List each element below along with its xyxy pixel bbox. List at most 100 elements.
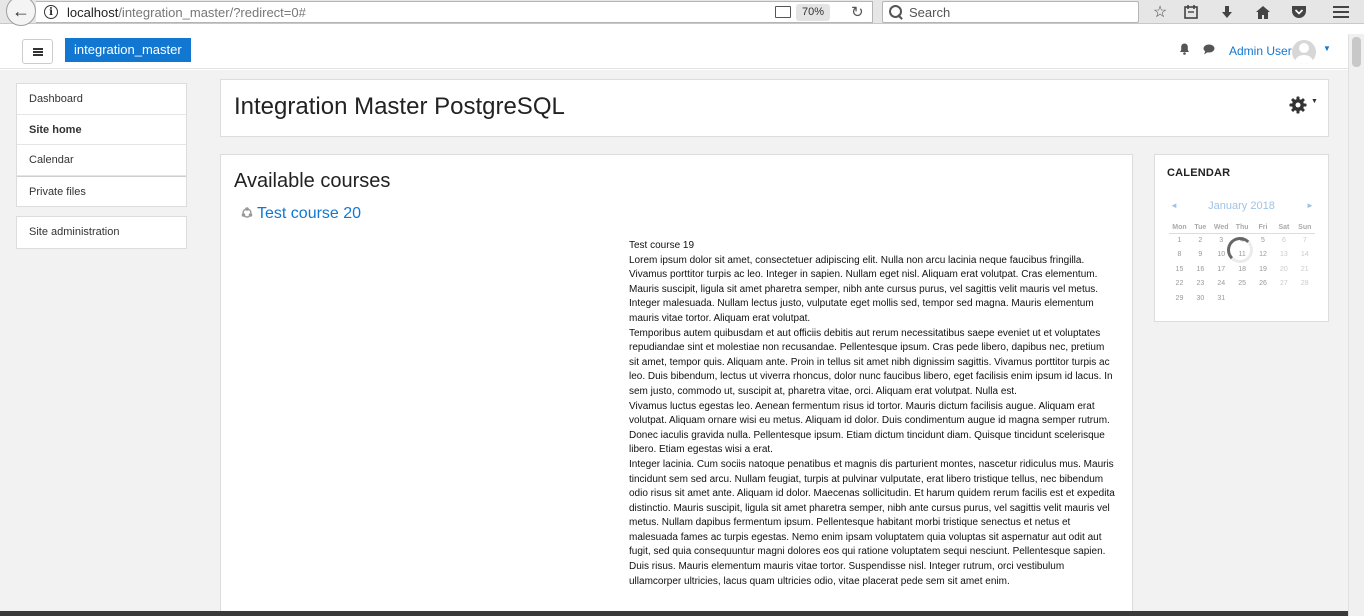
calendar-day[interactable]: 8 — [1169, 248, 1190, 263]
messages-chat-icon[interactable] — [1203, 44, 1215, 55]
nav-item-site-administration[interactable]: Site administration — [17, 217, 186, 248]
site-brand-link[interactable]: integration_master — [65, 38, 191, 62]
calendar-day[interactable]: 20 — [1273, 262, 1294, 277]
info-icon[interactable]: i — [44, 5, 58, 19]
calendar-block-title: CALENDAR — [1167, 167, 1231, 179]
calendar-grid: Mon Tue Wed Thu Fri Sat Sun 1 2 3 4 5 6 … — [1169, 223, 1316, 306]
calendar-day[interactable]: 7 — [1294, 233, 1315, 248]
menu-icon[interactable] — [1331, 2, 1351, 22]
weekday-label: Fri — [1252, 223, 1274, 234]
calendar-day[interactable]: 23 — [1190, 277, 1211, 292]
notifications-bell-icon[interactable] — [1179, 43, 1190, 55]
nav-drawer-main-block: Dashboard Site home Calendar Private fil… — [16, 83, 187, 207]
calendar-day[interactable]: 30 — [1190, 291, 1211, 306]
scrollbar-thumb[interactable] — [1352, 37, 1361, 67]
url-path: /integration_master/?redirect=0# — [118, 4, 306, 20]
nav-item-private-files[interactable]: Private files — [17, 175, 186, 207]
gear-menu-caret-icon[interactable]: ▼ — [1311, 98, 1318, 105]
download-icon[interactable] — [1217, 2, 1237, 22]
weekday-label: Thu — [1231, 223, 1253, 234]
nav-item-dashboard[interactable]: Dashboard — [17, 84, 186, 115]
calendar-day[interactable]: 29 — [1169, 291, 1190, 306]
available-courses-region: Available courses Test course 20 Test co… — [220, 154, 1133, 616]
browser-search-box[interactable] — [882, 1, 1139, 23]
window-bottom-edge — [0, 611, 1348, 616]
calendar-week-row: 15 16 17 18 19 20 21 — [1169, 262, 1315, 277]
url-bar[interactable]: i localhost/integration_master/?redirect… — [36, 1, 873, 23]
pocket-icon[interactable] — [1289, 2, 1309, 22]
calendar-day[interactable]: 5 — [1253, 233, 1274, 248]
hamburger-icon — [32, 47, 43, 56]
weekday-label: Sat — [1273, 223, 1295, 234]
calendar-month-label[interactable]: January 2018 — [1155, 200, 1328, 212]
nav-drawer-admin-block: Site administration — [16, 216, 187, 249]
course-summary-title: Test course 19 — [629, 240, 695, 251]
calendar-day[interactable]: 14 — [1294, 248, 1315, 263]
calendar-day[interactable] — [1253, 291, 1274, 306]
calendar-day[interactable]: 28 — [1294, 277, 1315, 292]
back-arrow-icon[interactable]: ← — [6, 0, 36, 26]
gear-icon[interactable] — [1289, 96, 1307, 114]
reading-list-icon[interactable] — [1181, 2, 1201, 22]
calendar-day[interactable]: 19 — [1253, 262, 1274, 277]
course-summary: Test course 19 Lorem ipsum dolor sit ame… — [629, 239, 1115, 589]
user-menu-name[interactable]: Admin User — [1229, 44, 1292, 58]
course-link-test-course-20[interactable]: Test course 20 — [257, 205, 361, 223]
calendar-day[interactable]: 15 — [1169, 262, 1190, 277]
search-icon — [889, 5, 903, 19]
summary-paragraph: Integer lacinia. Cum sociis natoque pena… — [629, 458, 1115, 587]
browser-toolbar: ← i localhost/integration_master/?redire… — [0, 0, 1364, 26]
calendar-day[interactable]: 21 — [1294, 262, 1315, 277]
page-scrollbar[interactable] — [1348, 34, 1364, 616]
calendar-day[interactable]: 6 — [1273, 233, 1294, 248]
calendar-day[interactable]: 25 — [1232, 277, 1253, 292]
user-avatar[interactable] — [1292, 40, 1316, 64]
calendar-day[interactable] — [1232, 291, 1253, 306]
calendar-prev-arrow-icon[interactable]: ◄ — [1170, 201, 1178, 210]
calendar-day[interactable]: 16 — [1190, 262, 1211, 277]
calendar-day[interactable]: 17 — [1211, 262, 1232, 277]
weekday-label: Wed — [1210, 223, 1232, 234]
reload-icon[interactable]: ↻ — [851, 3, 864, 21]
calendar-day[interactable]: 1 — [1169, 233, 1190, 248]
calendar-day[interactable] — [1273, 291, 1294, 306]
home-icon[interactable] — [1253, 2, 1273, 22]
calendar-day[interactable]: 9 — [1190, 248, 1211, 263]
url-host: localhost — [67, 4, 119, 20]
user-menu-caret-icon[interactable]: ▼ — [1323, 44, 1331, 53]
bookmark-star-icon[interactable]: ☆ — [1150, 2, 1170, 22]
summary-paragraph: Lorem ipsum dolor sit amet, consectetuer… — [629, 254, 1099, 324]
calendar-weekday-row: Mon Tue Wed Thu Fri Sat Sun — [1169, 223, 1316, 234]
page-title: Integration Master PostgreSQL — [234, 93, 565, 120]
nav-item-site-home[interactable]: Site home — [17, 115, 186, 145]
calendar-next-arrow-icon[interactable]: ► — [1306, 201, 1314, 210]
site-navbar: integration_master Admin User ▼ — [0, 34, 1348, 69]
calendar-day[interactable]: 26 — [1253, 277, 1274, 292]
calendar-day[interactable]: 13 — [1273, 248, 1294, 263]
calendar-block: CALENDAR January 2018 ◄ ► Mon Tue Wed Th… — [1154, 154, 1329, 322]
course-info-icon — [241, 207, 253, 218]
summary-paragraph: Vivamus luctus egestas leo. Aenean ferme… — [629, 400, 1110, 456]
calendar-day[interactable]: 27 — [1273, 277, 1294, 292]
weekday-label: Tue — [1189, 223, 1211, 234]
loading-spinner-icon — [1227, 237, 1253, 263]
browser-search-input[interactable] — [909, 4, 1129, 20]
reader-view-icon[interactable] — [775, 6, 791, 18]
nav-item-calendar[interactable]: Calendar — [17, 145, 186, 176]
weekday-label: Mon — [1169, 223, 1190, 234]
calendar-day[interactable]: 22 — [1169, 277, 1190, 292]
drawer-toggle-button[interactable] — [22, 39, 53, 64]
calendar-week-row: 22 23 24 25 26 27 28 — [1169, 277, 1315, 292]
page-header: Integration Master PostgreSQL ▼ — [220, 79, 1329, 137]
calendar-day[interactable]: 12 — [1253, 248, 1274, 263]
zoom-level[interactable]: 70% — [796, 4, 831, 21]
weekday-label: Sun — [1294, 223, 1316, 234]
calendar-day[interactable]: 2 — [1190, 233, 1211, 248]
calendar-week-row: 29 30 31 — [1169, 291, 1315, 306]
url-text[interactable]: localhost/integration_master/?redirect=0… — [67, 5, 306, 20]
calendar-day[interactable]: 24 — [1211, 277, 1232, 292]
calendar-day[interactable]: 18 — [1232, 262, 1253, 277]
calendar-day[interactable] — [1294, 291, 1315, 306]
available-courses-heading: Available courses — [234, 170, 391, 192]
calendar-day[interactable]: 31 — [1211, 291, 1232, 306]
